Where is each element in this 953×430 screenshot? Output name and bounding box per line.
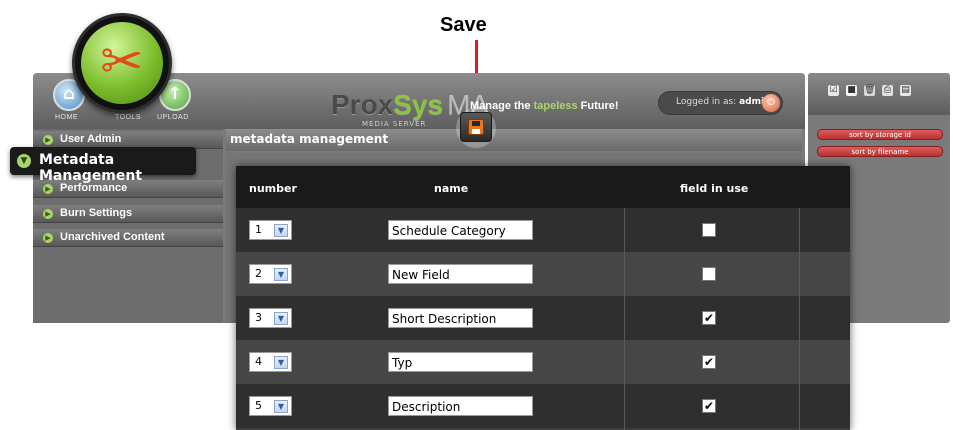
arrow-circle-icon: ▶ [43,209,53,219]
chevron-down-icon: ▼ [274,312,288,325]
table-header: number name field in use [236,166,850,208]
sidebar-item-burn-settings[interactable]: ▶ Burn Settings [33,205,223,223]
upload-label: UPLOAD [157,114,189,121]
field-in-use-checkbox[interactable]: ✔ [702,399,716,413]
sort-by-storage-id-button[interactable]: sort by storage id [817,129,943,140]
number-select[interactable]: 3 ▼ [249,308,292,328]
column-header-name: name [434,182,469,195]
login-status: Logged in as: admin ⏻ [658,91,783,115]
chevron-down-icon: ▼ [274,356,288,369]
metadata-table: number name field in use 1 ▼ Schedule Cat… [236,166,850,430]
number-select[interactable]: 2 ▼ [249,264,292,284]
name-field[interactable]: Typ [388,352,533,372]
save-callout-label: Save [440,14,487,36]
chevron-down-icon: ▼ [274,268,288,281]
table-row: 3 ▼ Short Description ✔ [236,296,850,340]
sidebar-item-unarchived-content[interactable]: ▶ Unarchived Content [33,229,223,247]
arrow-circle-icon: ▶ [43,135,53,145]
column-header-field-in-use: field in use [680,182,749,195]
screenshot-stage: Save ⌂ HOME TOOLS ↑ UPLOAD ProxSys MA MED… [0,0,953,430]
square-icon[interactable]: ■ [846,85,857,96]
tools-label: TOOLS [115,114,142,121]
trash-icon[interactable]: 🗑 [864,85,875,96]
tools-icon: ✂ [100,32,144,92]
home-label: HOME [55,114,78,121]
arrow-circle-icon: ▶ [43,184,53,194]
name-field[interactable]: Schedule Category [388,220,533,240]
checkbox-icon[interactable]: ☑ [828,85,839,96]
column-divider [624,208,625,430]
field-in-use-checkbox[interactable] [702,223,716,237]
chevron-down-icon: ▼ [17,154,31,168]
table-row: 2 ▼ New Field [236,252,850,296]
table-row: 4 ▼ Typ ✔ [236,340,850,384]
arrow-circle-icon: ▶ [43,233,53,243]
page-title: metadata management [230,132,389,146]
document-icon[interactable]: ▤ [900,85,911,96]
field-in-use-checkbox[interactable]: ✔ [702,355,716,369]
sort-by-filename-button[interactable]: sort by filename [817,146,943,157]
table-row: 1 ▼ Schedule Category [236,208,850,252]
number-select[interactable]: 4 ▼ [249,352,292,372]
name-field[interactable]: Description [388,396,533,416]
content-header: metadata management [226,129,802,151]
chevron-down-icon: ▼ [274,224,288,237]
chevron-down-icon: ▼ [274,400,288,413]
field-in-use-checkbox[interactable] [702,267,716,281]
table-row: 5 ▼ Description ✔ [236,384,850,428]
field-in-use-checkbox[interactable]: ✔ [702,311,716,325]
printer-icon[interactable]: ⎙ [882,85,893,96]
name-field[interactable]: New Field [388,264,533,284]
save-button[interactable] [460,112,492,142]
column-header-number: number [249,182,297,195]
sidebar-item-metadata-management[interactable]: ▼ Metadata Management [10,147,196,184]
tagline: Manage the tapeless Future! [470,100,619,112]
right-panel-toolbar: ☑ ■ 🗑 ⎙ ▤ [808,73,950,115]
logo-subtitle: MEDIA SERVER [362,120,427,128]
login-prefix: Logged in as: [676,97,740,107]
number-select[interactable]: 1 ▼ [249,220,292,240]
logout-icon[interactable]: ⏻ [762,94,780,112]
floppy-disk-icon [468,119,484,135]
tools-button[interactable]: ✂ [72,13,172,113]
column-divider [799,208,800,430]
name-field[interactable]: Short Description [388,308,533,328]
number-select[interactable]: 5 ▼ [249,396,292,416]
